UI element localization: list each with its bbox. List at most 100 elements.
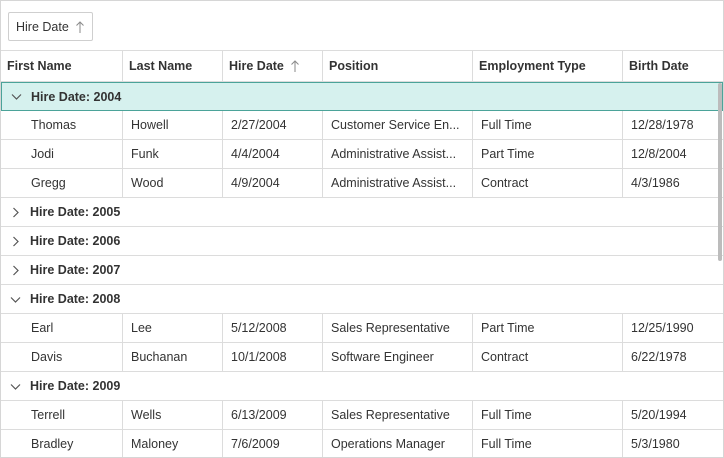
header-label: Last Name bbox=[129, 59, 193, 73]
group-row[interactable]: Hire Date: 2007 bbox=[1, 256, 723, 285]
cell-text: Earl bbox=[31, 321, 54, 335]
table-row[interactable]: Davis Buchanan 10/1/2008 Software Engineer C… bbox=[1, 343, 723, 372]
group-panel: Hire Date bbox=[1, 1, 723, 51]
cell-first-name: Thomas bbox=[1, 111, 123, 139]
cell-position: Administrative Assist... bbox=[323, 140, 473, 168]
cell-text: Software Engineer bbox=[331, 350, 434, 364]
cell-position: Sales Representative bbox=[323, 314, 473, 342]
cell-text: Wells bbox=[131, 408, 162, 422]
cell-text: 4/9/2004 bbox=[231, 176, 280, 190]
table-row[interactable]: Terrell Wells 6/13/2009 Sales Representativ… bbox=[1, 401, 723, 430]
header-label: Birth Date bbox=[629, 59, 689, 73]
cell-position: Software Engineer bbox=[323, 343, 473, 371]
data-grid: Hire Date First Name Last Name Hire Date… bbox=[0, 0, 724, 458]
cell-text: 4/4/2004 bbox=[231, 147, 280, 161]
header-hire-date[interactable]: Hire Date bbox=[223, 51, 323, 81]
cell-text: Full Time bbox=[481, 118, 532, 132]
cell-text: Maloney bbox=[131, 437, 179, 451]
cell-text: Contract bbox=[481, 176, 529, 190]
cell-text: 10/1/2008 bbox=[231, 350, 287, 364]
cell-position: Sales Representative bbox=[323, 401, 473, 429]
cell-hire-date: 10/1/2008 bbox=[223, 343, 323, 371]
table-row[interactable]: Bradley Maloney 7/6/2009 Operations Manager… bbox=[1, 430, 723, 457]
header-employment-type[interactable]: Employment Type bbox=[473, 51, 623, 81]
cell-birth-date: 12/8/2004 bbox=[623, 140, 721, 168]
cell-employment-type: Contract bbox=[473, 169, 623, 197]
cell-last-name: Lee bbox=[123, 314, 223, 342]
cell-text: Full Time bbox=[481, 437, 532, 451]
chevron-right-icon[interactable] bbox=[9, 264, 22, 277]
table-row[interactable]: Gregg Wood 4/9/2004 Administrative Assist..… bbox=[1, 169, 723, 198]
cell-text: Terrell bbox=[31, 408, 66, 422]
cell-hire-date: 4/4/2004 bbox=[223, 140, 323, 168]
column-header-row: First Name Last Name Hire Date Position … bbox=[1, 51, 723, 82]
group-row[interactable]: Hire Date: 2005 bbox=[1, 198, 723, 227]
chevron-down-icon[interactable] bbox=[9, 380, 22, 393]
header-first-name[interactable]: First Name bbox=[1, 51, 123, 81]
cell-text: Part Time bbox=[481, 147, 535, 161]
header-label: Position bbox=[329, 59, 379, 73]
cell-employment-type: Full Time bbox=[473, 430, 623, 457]
cell-text: 7/6/2009 bbox=[231, 437, 280, 451]
cell-first-name: Bradley bbox=[1, 430, 123, 457]
cell-text: Gregg bbox=[31, 176, 66, 190]
cell-hire-date: 2/27/2004 bbox=[223, 111, 323, 139]
chevron-down-icon[interactable] bbox=[9, 293, 22, 306]
cell-last-name: Wells bbox=[123, 401, 223, 429]
cell-text: Funk bbox=[131, 147, 159, 161]
cell-employment-type: Full Time bbox=[473, 111, 623, 139]
cell-birth-date: 6/22/1978 bbox=[623, 343, 721, 371]
cell-text: Full Time bbox=[481, 408, 532, 422]
cell-text: 12/25/1990 bbox=[631, 321, 694, 335]
header-birth-date[interactable]: Birth Date bbox=[623, 51, 721, 81]
cell-text: Jodi bbox=[31, 147, 54, 161]
cell-text: 6/13/2009 bbox=[231, 408, 287, 422]
table-row[interactable]: Earl Lee 5/12/2008 Sales Representative Part… bbox=[1, 314, 723, 343]
cell-hire-date: 6/13/2009 bbox=[223, 401, 323, 429]
table-row[interactable]: Thomas Howell 2/27/2004 Customer Service En… bbox=[1, 111, 723, 140]
cell-text: Wood bbox=[131, 176, 164, 190]
group-row[interactable]: Hire Date: 2009 bbox=[1, 372, 723, 401]
cell-birth-date: 5/20/1994 bbox=[623, 401, 721, 429]
header-label: First Name bbox=[7, 59, 72, 73]
cell-text: 5/12/2008 bbox=[231, 321, 287, 335]
group-chip-label: Hire Date bbox=[16, 19, 69, 34]
chevron-right-icon[interactable] bbox=[9, 206, 22, 219]
cell-text: Customer Service En... bbox=[331, 118, 460, 132]
cell-position: Operations Manager bbox=[323, 430, 473, 457]
cell-position: Customer Service En... bbox=[323, 111, 473, 139]
group-chip-hire-date[interactable]: Hire Date bbox=[8, 12, 93, 41]
cell-text: Sales Representative bbox=[331, 321, 450, 335]
header-position[interactable]: Position bbox=[323, 51, 473, 81]
cell-text: Davis bbox=[31, 350, 63, 364]
cell-text: Lee bbox=[131, 321, 152, 335]
vertical-scrollbar[interactable] bbox=[718, 83, 722, 261]
group-row[interactable]: Hire Date: 2008 bbox=[1, 285, 723, 314]
group-row[interactable]: Hire Date: 2004 bbox=[1, 82, 723, 111]
cell-birth-date: 12/25/1990 bbox=[623, 314, 721, 342]
cell-first-name: Terrell bbox=[1, 401, 123, 429]
cell-text: Bradley bbox=[31, 437, 74, 451]
chevron-right-icon[interactable] bbox=[9, 235, 22, 248]
cell-hire-date: 4/9/2004 bbox=[223, 169, 323, 197]
chevron-down-icon[interactable] bbox=[10, 90, 23, 103]
header-label: Employment Type bbox=[479, 59, 586, 73]
cell-first-name: Earl bbox=[1, 314, 123, 342]
cell-text: Administrative Assist... bbox=[331, 176, 457, 190]
group-label: Hire Date: 2004 bbox=[31, 89, 122, 104]
cell-text: 5/20/1994 bbox=[631, 408, 687, 422]
group-row[interactable]: Hire Date: 2006 bbox=[1, 227, 723, 256]
cell-text: 12/8/2004 bbox=[631, 147, 687, 161]
table-row[interactable]: Jodi Funk 4/4/2004 Administrative Assist...… bbox=[1, 140, 723, 169]
cell-first-name: Davis bbox=[1, 343, 123, 371]
cell-text: Contract bbox=[481, 350, 529, 364]
cell-last-name: Funk bbox=[123, 140, 223, 168]
cell-text: Operations Manager bbox=[331, 437, 445, 451]
group-label: Hire Date: 2009 bbox=[30, 379, 121, 393]
cell-employment-type: Part Time bbox=[473, 314, 623, 342]
cell-text: Howell bbox=[131, 118, 169, 132]
header-last-name[interactable]: Last Name bbox=[123, 51, 223, 81]
group-label: Hire Date: 2006 bbox=[30, 234, 121, 248]
sort-ascending-icon bbox=[291, 60, 299, 72]
cell-last-name: Maloney bbox=[123, 430, 223, 457]
